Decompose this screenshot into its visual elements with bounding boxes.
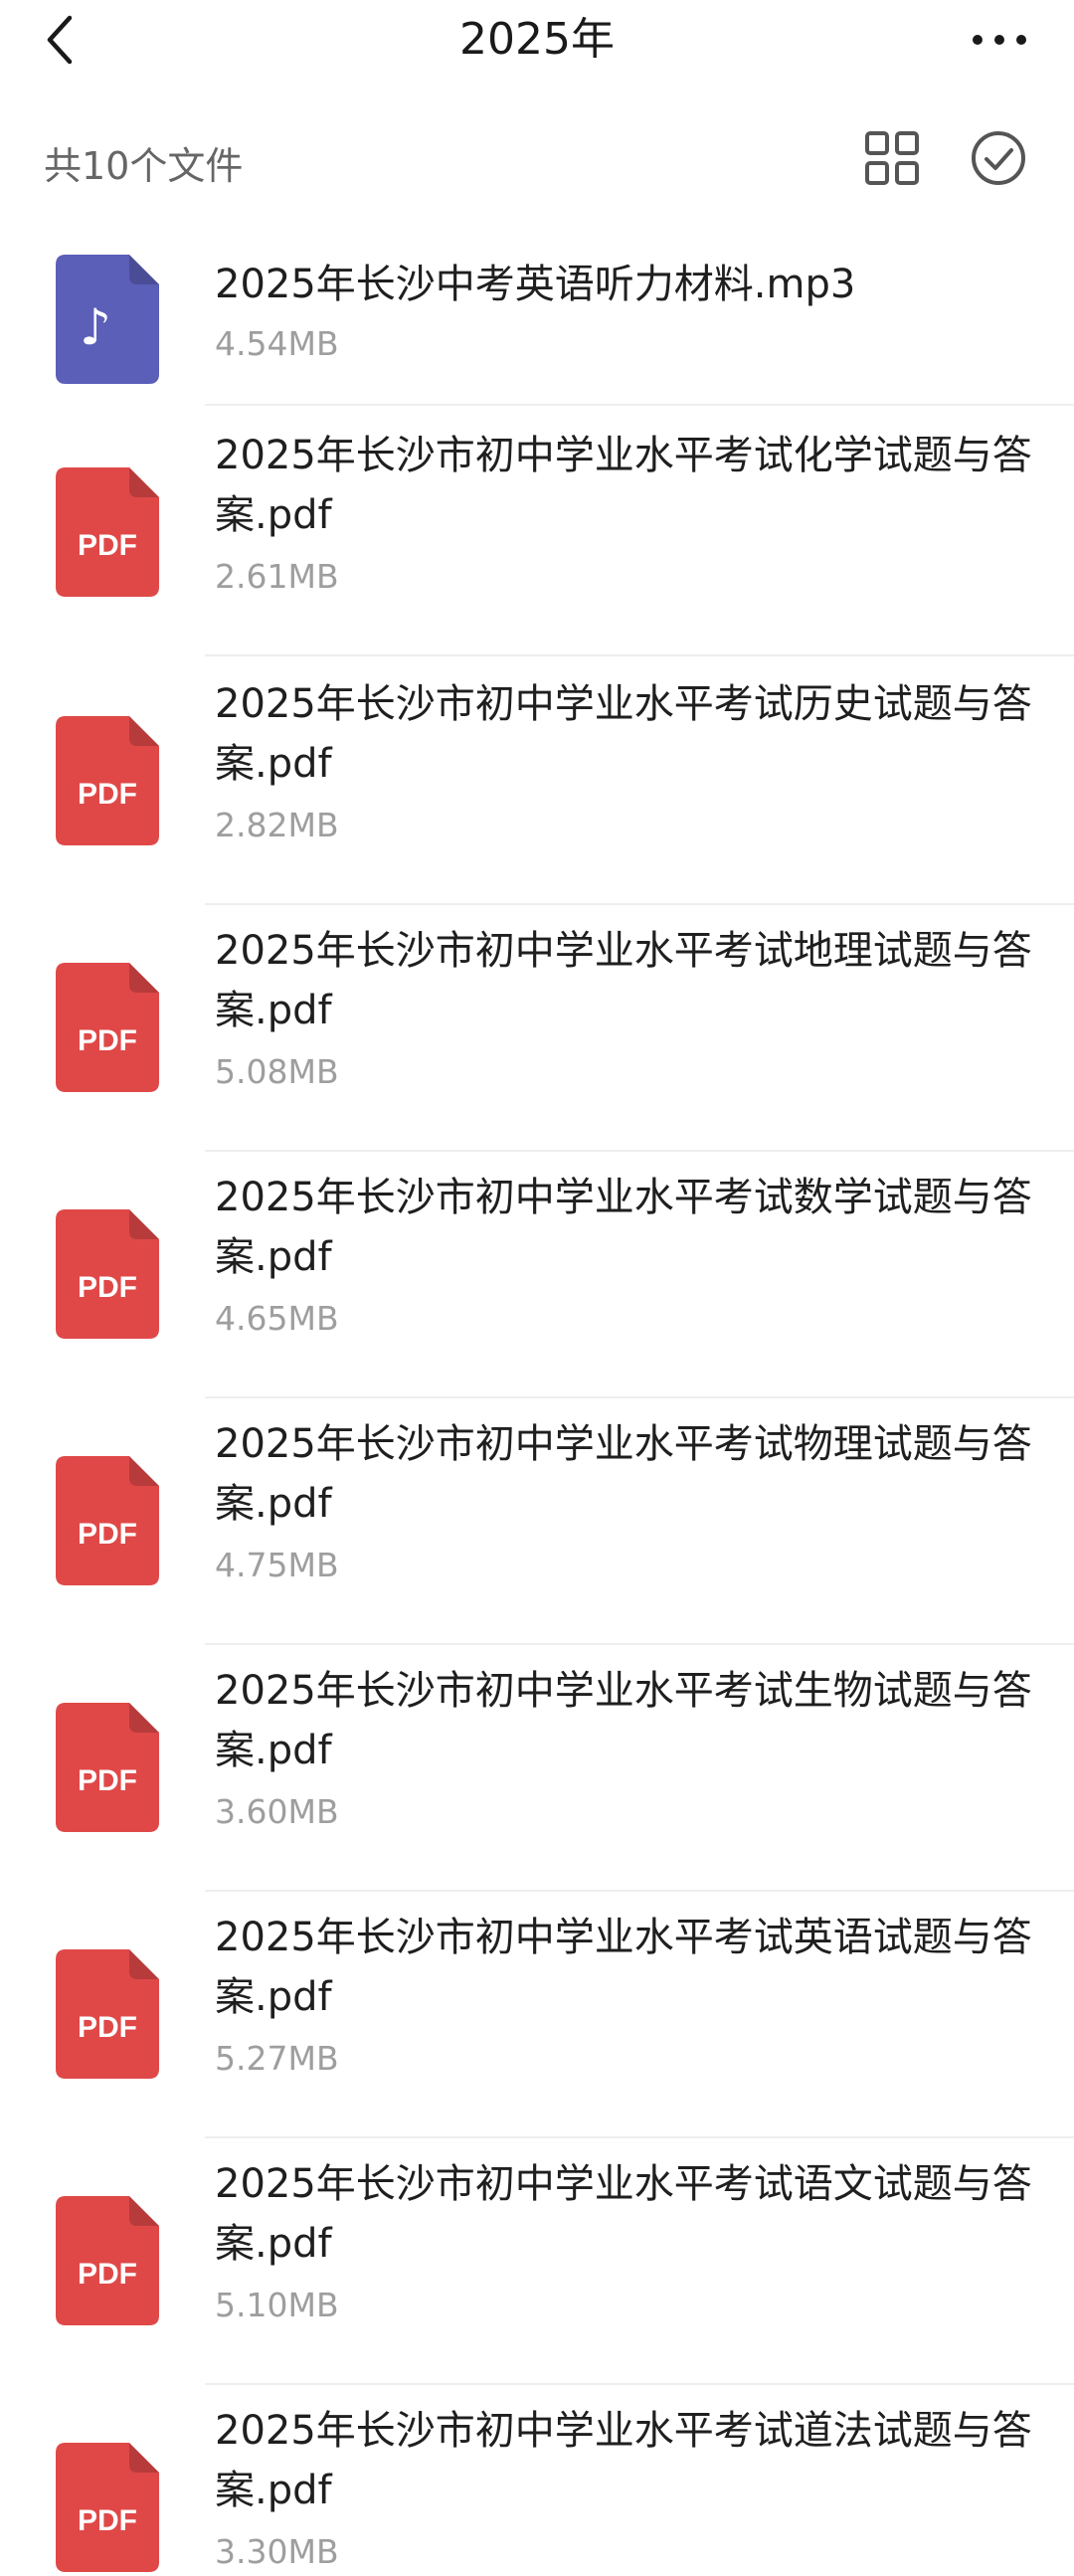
file-name: 2025年长沙市初中学业水平考试历史试题与答案.pdf [215, 681, 1032, 787]
file-name: 2025年长沙市初中学业水平考试物理试题与答案.pdf [215, 1421, 1032, 1527]
pdf-file-icon: PDF [56, 963, 159, 1092]
list-toolbar: 共10个文件 [0, 109, 1074, 209]
grid-view-icon [865, 131, 919, 185]
file-row[interactable]: PDF 2025年长沙市初中学业水平考试道法试题与答案.pdf 3.30MB [0, 2383, 1074, 2576]
music-file-icon: ♪ [56, 255, 159, 384]
file-size: 4.65MB [215, 1299, 339, 1338]
file-name: 2025年长沙市初中学业水平考试数学试题与答案.pdf [215, 1175, 1032, 1280]
file-size: 4.75MB [215, 1546, 339, 1584]
file-size: 2.61MB [215, 557, 339, 596]
more-horizontal-icon [973, 35, 1026, 45]
file-row[interactable]: ♪ 2025年长沙中考英语听力材料.mp3 4.54MB [0, 227, 1074, 406]
file-list-page: 2025年 共10个文件 ♪ 2025年长沙中考英语听力材料.mp3 4.54M… [0, 0, 1074, 2576]
file-icon-label: PDF [78, 1764, 137, 1797]
file-row[interactable]: PDF 2025年长沙市初中学业水平考试地理试题与答案.pdf 5.08MB [0, 903, 1074, 1152]
file-name: 2025年长沙市初中学业水平考试化学试题与答案.pdf [215, 433, 1032, 538]
file-icon-label: PDF [78, 2504, 137, 2537]
file-size: 3.30MB [215, 2532, 339, 2571]
file-row[interactable]: PDF 2025年长沙市初中学业水平考试化学试题与答案.pdf 2.61MB [0, 408, 1074, 656]
file-icon-label: PDF [78, 2011, 137, 2044]
pdf-file-icon: PDF [56, 1703, 159, 1832]
file-row[interactable]: PDF 2025年长沙市初中学业水平考试语文试题与答案.pdf 5.10MB [0, 2136, 1074, 2385]
file-size: 5.10MB [215, 2286, 339, 2324]
top-bar: 2025年 [0, 0, 1074, 80]
file-name: 2025年长沙市初中学业水平考试生物试题与答案.pdf [215, 1668, 1032, 1773]
file-icon-label: PDF [78, 529, 137, 562]
pdf-file-icon: PDF [56, 716, 159, 845]
file-size: 4.54MB [215, 324, 339, 363]
file-row[interactable]: PDF 2025年长沙市初中学业水平考试历史试题与答案.pdf 2.82MB [0, 656, 1074, 905]
file-icon-label: ♪ [80, 298, 111, 356]
page-title: 2025年 [459, 14, 615, 65]
file-row[interactable]: PDF 2025年长沙市初中学业水平考试生物试题与答案.pdf 3.60MB [0, 1643, 1074, 1892]
file-icon-label: PDF [78, 2258, 137, 2291]
pdf-file-icon: PDF [56, 1456, 159, 1585]
grid-view-button[interactable] [863, 129, 921, 187]
file-name: 2025年长沙市初中学业水平考试道法试题与答案.pdf [215, 2408, 1032, 2513]
file-name: 2025年长沙中考英语听力材料.mp3 [215, 262, 856, 307]
file-icon-label: PDF [78, 1024, 137, 1057]
file-name: 2025年长沙市初中学业水平考试语文试题与答案.pdf [215, 2161, 1032, 2267]
file-icon-label: PDF [78, 1271, 137, 1304]
pdf-file-icon: PDF [56, 1209, 159, 1339]
file-name: 2025年长沙市初中学业水平考试地理试题与答案.pdf [215, 928, 1032, 1033]
file-size: 5.27MB [215, 2039, 339, 2078]
pdf-file-icon: PDF [56, 1949, 159, 2079]
file-size: 3.60MB [215, 1792, 339, 1831]
pdf-file-icon: PDF [56, 2196, 159, 2325]
file-count-label: 共10个文件 [44, 144, 244, 188]
pdf-file-icon: PDF [56, 467, 159, 597]
select-mode-button[interactable] [970, 129, 1027, 187]
more-button[interactable] [965, 10, 1034, 70]
pdf-file-icon: PDF [56, 2443, 159, 2572]
file-icon-label: PDF [78, 778, 137, 811]
row-divider [205, 404, 1074, 406]
file-row[interactable]: PDF 2025年长沙市初中学业水平考试英语试题与答案.pdf 5.27MB [0, 1890, 1074, 2138]
file-row[interactable]: PDF 2025年长沙市初中学业水平考试数学试题与答案.pdf 4.65MB [0, 1150, 1074, 1398]
file-size: 2.82MB [215, 806, 339, 844]
file-name: 2025年长沙市初中学业水平考试英语试题与答案.pdf [215, 1915, 1032, 2020]
file-row[interactable]: PDF 2025年长沙市初中学业水平考试物理试题与答案.pdf 4.75MB [0, 1396, 1074, 1645]
file-icon-label: PDF [78, 1518, 137, 1551]
check-circle-icon [972, 131, 1025, 185]
file-size: 5.08MB [215, 1052, 339, 1091]
